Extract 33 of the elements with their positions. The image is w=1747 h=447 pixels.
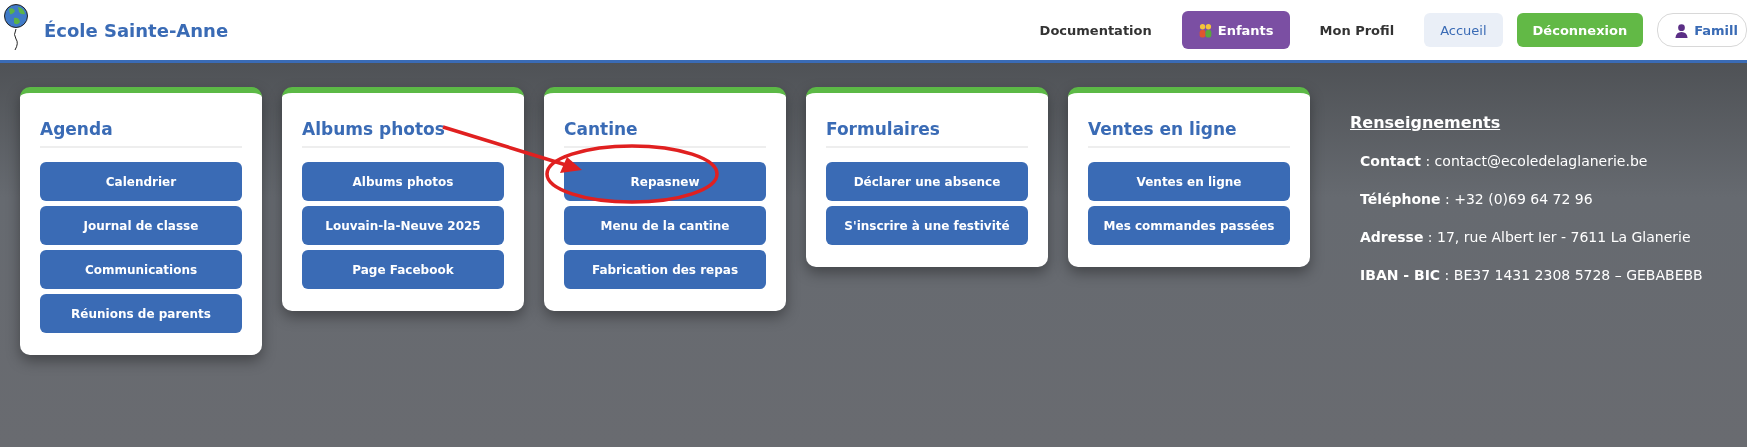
nav-button[interactable]: Mon Profil (1303, 13, 1411, 47)
card-title: Formulaires (826, 119, 1028, 148)
nav-button[interactable]: Accueil (1424, 13, 1503, 47)
info-line: Téléphone : +32 (0)69 64 72 96 (1360, 190, 1594, 209)
site-title: École Sainte-Anne (44, 19, 229, 41)
person-icon (1674, 22, 1690, 38)
menu-button[interactable]: Fabrication des repas (564, 250, 766, 289)
card-title: Cantine (564, 119, 766, 148)
menu-button[interactable]: Mes commandes passées (1088, 206, 1290, 245)
menu-button[interactable]: Page Facebook (302, 250, 504, 289)
menu-button[interactable]: Déclarer une absence (826, 162, 1028, 201)
info-line: Contact : contact@ecoledelaglanerie.be (1360, 152, 1649, 171)
nav-button[interactable]: Famill (1657, 13, 1747, 47)
menu-button[interactable]: Ventes en ligne (1088, 162, 1290, 201)
menu-button[interactable]: Réunions de parents (40, 294, 242, 333)
nav-button[interactable]: Enfants (1181, 11, 1290, 49)
menu-button[interactable]: Communications (40, 250, 242, 289)
nav-button[interactable]: Documentation (1023, 13, 1168, 47)
menu-button[interactable]: S'inscrire à une festivité (826, 206, 1028, 245)
people-icon (1197, 22, 1213, 38)
menu-button[interactable]: Calendrier (40, 162, 242, 201)
menu-button[interactable]: Journal de classe (40, 206, 242, 245)
menu-button[interactable]: Repasnew (564, 162, 766, 201)
card-title: Agenda (40, 119, 242, 148)
card-title: Albums photos (302, 119, 504, 148)
info-heading: Renseignements (1350, 113, 1502, 132)
menu-button[interactable]: Louvain-la-Neuve 2025 (302, 206, 504, 245)
card-title: Ventes en ligne (1088, 119, 1290, 148)
menu-button[interactable]: Menu de la cantine (564, 206, 766, 245)
menu-button[interactable]: Albums photos (302, 162, 504, 201)
info-line: Adresse : 17, rue Albert Ier - 7611 La Glanerie (1360, 228, 1692, 247)
info-line: IBAN - BIC : BE37 1431 2308 5728 – GEBABEBB (1360, 266, 1703, 285)
balloon-globe-icon (4, 3, 28, 51)
